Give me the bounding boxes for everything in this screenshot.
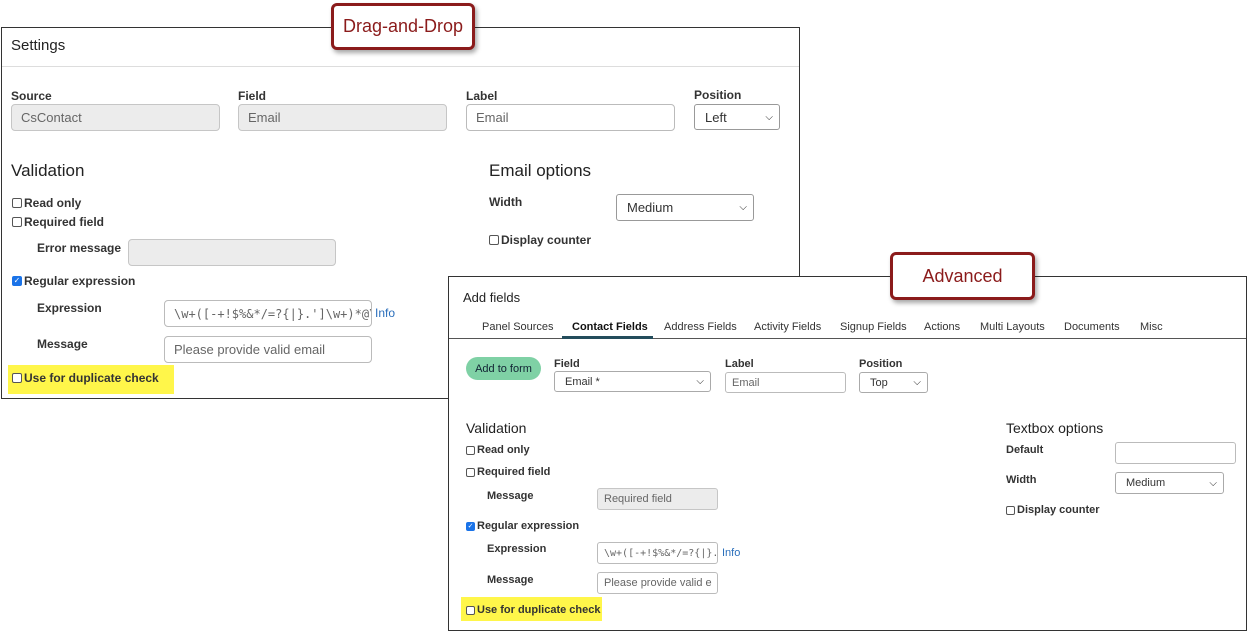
checkbox-icon[interactable] bbox=[1006, 505, 1015, 515]
width-value: Medium bbox=[1126, 477, 1166, 489]
tab-contact-fields[interactable]: Contact Fields bbox=[572, 321, 648, 333]
duplicate-check-checkbox[interactable]: Use for duplicate check bbox=[466, 604, 601, 616]
checkbox-icon[interactable] bbox=[12, 198, 22, 208]
regular-expression-label: Regular expression bbox=[24, 274, 136, 288]
tab-activity-fields[interactable]: Activity Fields bbox=[754, 321, 821, 333]
active-tab-underline bbox=[562, 336, 653, 339]
duplicate-check-label: Use for duplicate check bbox=[24, 371, 159, 385]
textbox-options-title: Textbox options bbox=[1006, 420, 1104, 436]
validation-title: Validation bbox=[11, 161, 85, 180]
checkbox-icon[interactable] bbox=[12, 217, 22, 227]
validation-title: Validation bbox=[466, 420, 527, 436]
regular-expression-label: Regular expression bbox=[477, 520, 580, 532]
checkbox-checked-icon[interactable]: ✓ bbox=[12, 276, 22, 286]
chevron-down-icon: ⌵ bbox=[696, 376, 704, 387]
advanced-callout: Advanced bbox=[890, 252, 1035, 300]
position-label: Position bbox=[859, 358, 903, 370]
source-label: Source bbox=[11, 89, 52, 103]
required-field-label: Required field bbox=[477, 466, 551, 478]
panel-title: Add fields bbox=[463, 290, 521, 305]
regular-expression-checkbox[interactable]: ✓ Regular expression bbox=[466, 520, 579, 532]
tab-misc[interactable]: Misc bbox=[1140, 321, 1163, 333]
position-label: Position bbox=[694, 88, 742, 102]
read-only-label: Read only bbox=[477, 444, 530, 456]
width-label: Width bbox=[489, 195, 523, 209]
display-counter-checkbox[interactable]: Display counter bbox=[1006, 504, 1100, 516]
label-label: Label bbox=[725, 358, 754, 370]
field-label: Field bbox=[554, 358, 580, 370]
message-label: Message bbox=[37, 337, 88, 351]
duplicate-check-label: Use for duplicate check bbox=[477, 604, 601, 616]
position-value: Top bbox=[870, 376, 888, 389]
checkbox-checked-icon[interactable]: ✓ bbox=[466, 521, 475, 531]
display-counter-label: Display counter bbox=[501, 233, 592, 247]
read-only-label: Read only bbox=[24, 196, 82, 210]
panel-title: Settings bbox=[11, 37, 66, 54]
read-only-checkbox[interactable]: Read only bbox=[466, 444, 530, 456]
position-select[interactable]: Left ⌵ bbox=[694, 104, 780, 130]
checkbox-icon[interactable] bbox=[12, 373, 22, 383]
drag-and-drop-callout: Drag-and-Drop bbox=[331, 3, 475, 50]
advanced-panel: Add fields Panel Sources Contact Fields … bbox=[448, 276, 1247, 631]
error-message-label: Error message bbox=[37, 241, 122, 255]
default-input[interactable] bbox=[1115, 442, 1236, 464]
tab-signup-fields[interactable]: Signup Fields bbox=[840, 321, 907, 333]
width-select[interactable]: Medium ⌵ bbox=[616, 194, 754, 221]
message-input[interactable]: Please provide valid email bbox=[164, 336, 372, 363]
tab-documents[interactable]: Documents bbox=[1064, 321, 1120, 333]
display-counter-checkbox[interactable]: Display counter bbox=[489, 233, 591, 247]
message-label-2: Message bbox=[487, 574, 534, 586]
read-only-checkbox[interactable]: Read only bbox=[12, 196, 81, 210]
error-message-input[interactable] bbox=[128, 239, 336, 266]
position-select[interactable]: Top ⌵ bbox=[859, 372, 928, 393]
label-label: Label bbox=[466, 89, 498, 103]
position-value: Left bbox=[705, 109, 727, 125]
source-input[interactable]: CsContact bbox=[11, 104, 220, 131]
chevron-down-icon: ⌵ bbox=[913, 377, 921, 388]
checkbox-icon[interactable] bbox=[489, 235, 499, 245]
required-message-input[interactable]: Required field bbox=[597, 488, 718, 510]
checkbox-icon[interactable] bbox=[466, 445, 475, 455]
expression-label: Expression bbox=[487, 543, 547, 555]
width-value: Medium bbox=[627, 200, 674, 215]
title-divider bbox=[2, 66, 799, 67]
tab-address-fields[interactable]: Address Fields bbox=[664, 321, 737, 333]
required-field-checkbox[interactable]: Required field bbox=[12, 215, 104, 229]
tab-actions[interactable]: Actions bbox=[924, 321, 960, 333]
tab-panel-sources[interactable]: Panel Sources bbox=[482, 321, 554, 333]
duplicate-check-checkbox[interactable]: Use for duplicate check bbox=[12, 371, 159, 385]
field-select[interactable]: Email * ⌵ bbox=[554, 371, 711, 392]
info-link[interactable]: Info bbox=[375, 306, 395, 320]
regular-expression-checkbox[interactable]: ✓ Regular expression bbox=[12, 274, 135, 288]
display-counter-label: Display counter bbox=[1017, 504, 1100, 516]
message-label-1: Message bbox=[487, 490, 534, 502]
required-field-checkbox[interactable]: Required field bbox=[466, 466, 550, 478]
info-link[interactable]: Info bbox=[722, 547, 740, 559]
required-field-label: Required field bbox=[24, 215, 105, 229]
tab-multi-layouts[interactable]: Multi Layouts bbox=[980, 321, 1045, 333]
checkbox-icon[interactable] bbox=[466, 467, 475, 477]
expression-input[interactable]: \w+([-+!$%&*/=?{|}.'] bbox=[597, 542, 718, 564]
width-select[interactable]: Medium ⌵ bbox=[1115, 472, 1224, 494]
chevron-down-icon: ⌵ bbox=[1209, 477, 1217, 489]
field-input[interactable]: Email bbox=[238, 104, 447, 131]
checkbox-icon[interactable] bbox=[466, 605, 475, 615]
width-label: Width bbox=[1006, 474, 1037, 486]
expression-label: Expression bbox=[37, 301, 102, 315]
chevron-down-icon: ⌵ bbox=[765, 111, 773, 123]
label-input[interactable]: Email bbox=[725, 372, 846, 393]
validation-message-input[interactable]: Please provide valid e bbox=[597, 572, 718, 594]
label-input[interactable]: Email bbox=[466, 104, 675, 131]
chevron-down-icon: ⌵ bbox=[739, 202, 747, 213]
expression-input[interactable]: \w+([-+!$%&*/=?{|}.']\w+)*@\w bbox=[164, 300, 372, 327]
field-label: Field bbox=[238, 89, 267, 103]
field-value: Email * bbox=[565, 375, 600, 388]
email-options-title: Email options bbox=[489, 161, 592, 180]
add-to-form-button[interactable]: Add to form bbox=[466, 357, 541, 380]
default-label: Default bbox=[1006, 444, 1044, 456]
